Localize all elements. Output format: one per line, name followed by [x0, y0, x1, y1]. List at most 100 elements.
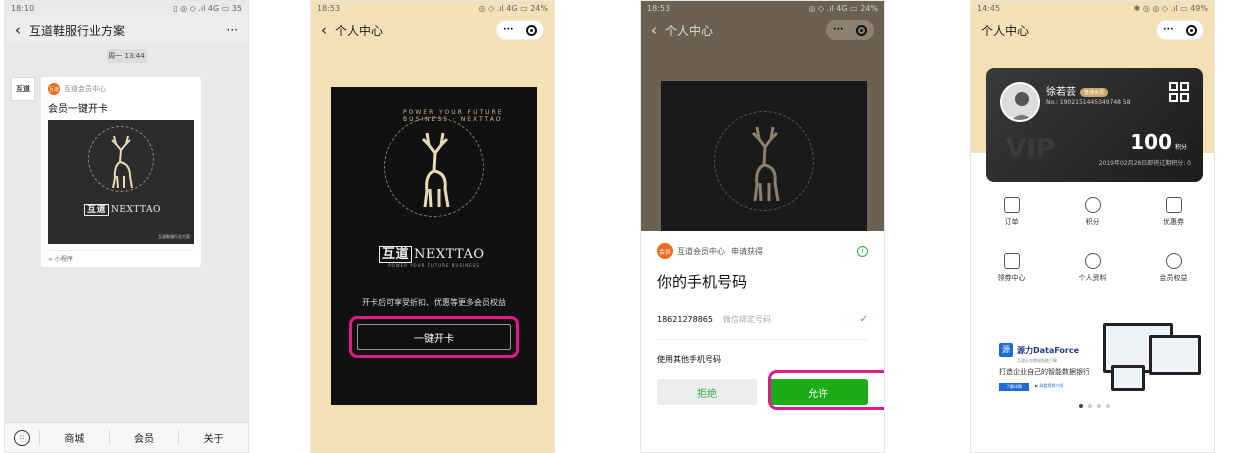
keyboard-icon: :: — [14, 429, 30, 446]
source-badge-icon: 互道 — [48, 83, 60, 95]
member-name: 徐若芸 — [1046, 87, 1076, 98]
menu-member[interactable]: 会员 — [108, 430, 179, 445]
card-footer-label: 小程序 — [54, 256, 73, 263]
card-watermark: VIP — [1006, 134, 1055, 164]
status-time: 18:53 — [647, 3, 671, 13]
status-icons: ✱ ◎ ◎ ◇ .ıl ▭ 49% — [1133, 3, 1208, 13]
grid-item-coupons[interactable]: 优惠券 — [1133, 197, 1214, 227]
page-dot[interactable] — [1079, 404, 1083, 408]
page-navbar: ‹ 个人中心 ··· — [641, 15, 884, 45]
mini-program-icon: ∞ — [48, 256, 55, 263]
brand-slogan: POWER YOUR FUTURE BUSINESS — [388, 263, 480, 268]
page-dot[interactable] — [1097, 404, 1101, 408]
avatar[interactable] — [1000, 82, 1040, 122]
grid-item-points[interactable]: 积分 — [1052, 197, 1133, 227]
back-icon[interactable]: ‹ — [651, 21, 657, 39]
grid-item-coupon-center[interactable]: 领券中心 — [971, 253, 1052, 283]
monitor-illustration — [1111, 365, 1145, 391]
message-timestamp: 周一 13:44 — [106, 49, 147, 63]
menu-shop[interactable]: 商城 — [39, 430, 109, 445]
order-icon — [1003, 197, 1020, 213]
phone-open-card: 18:53 ◎ ◇ .ıl 4G ▭ 24% ‹ 个人中心 ··· POWER … — [310, 0, 555, 453]
app-name: 互道会员中心 — [677, 246, 725, 256]
banner-pagination — [1079, 404, 1110, 408]
qr-code-icon[interactable] — [1169, 82, 1189, 102]
close-circle-icon[interactable] — [855, 24, 867, 36]
keyboard-toggle[interactable]: :: — [5, 429, 39, 446]
points-expire-note: 2019年02月28日即将过期积分: 0 — [1098, 160, 1191, 167]
chat-navbar: ‹ 互道鞋服行业方案 ··· — [5, 15, 248, 45]
more-icon[interactable]: ··· — [227, 23, 238, 37]
capsule-menu[interactable]: ··· — [496, 20, 544, 40]
benefit-hint: 开卡后可享受折扣、优惠等更多会员权益 — [362, 298, 506, 307]
status-time: 14:45 — [977, 3, 1001, 13]
more-icon[interactable]: ··· — [1163, 25, 1173, 35]
banner-video-link[interactable]: ▶ 观看视频介绍 — [1035, 383, 1063, 389]
points-icon — [1084, 197, 1101, 213]
banner-tagline: 打造企业自己的智能数据银行 — [999, 368, 1090, 376]
sheet-header: 会员 互道会员中心 申请获得 i — [657, 243, 868, 259]
more-icon[interactable]: ··· — [833, 25, 843, 35]
close-circle-icon[interactable] — [1185, 24, 1197, 36]
back-icon[interactable]: ‹ — [15, 21, 21, 39]
status-icons: ◎ ◇ .ıl 4G ▭ 24% — [808, 3, 878, 13]
monitor-illustration — [1149, 335, 1201, 375]
brand-logo: 互道 NEXTTAO — [379, 243, 485, 263]
page-title: 个人中心 — [981, 23, 1030, 38]
close-circle-icon[interactable] — [525, 24, 537, 36]
app-badge-icon: 会员 — [657, 243, 673, 259]
card-title: 会员一键开卡 — [48, 104, 108, 115]
status-time: 18:53 — [317, 3, 341, 13]
feature-grid: 订单 积分 优惠券 领券中心 个人资料 会员权益 — [971, 197, 1214, 283]
page-dot[interactable] — [1088, 404, 1092, 408]
banner-product-name: 源力DataForce — [1017, 345, 1080, 355]
menu-about[interactable]: 关于 — [178, 430, 248, 445]
promo-banner[interactable]: 源 源力DataForce 互道企业数据智能引擎 打造企业自己的智能数据银行 了… — [991, 317, 1206, 409]
phone-permission: 18:53 ◎ ◇ .ıl 4G ▭ 24% ‹ 个人中心 ··· 会员 互道会… — [640, 0, 885, 453]
phone-option[interactable]: 18621278865 微信绑定号码 ✓ — [657, 306, 868, 340]
deer-logo-icon — [421, 132, 450, 208]
use-other-number-link[interactable]: 使用其他手机号码 — [657, 354, 868, 365]
check-icon: ✓ — [859, 314, 868, 325]
grid-item-orders[interactable]: 订单 — [971, 197, 1052, 227]
dataforce-logo-icon: 源 — [999, 343, 1013, 357]
page-title: 个人中心 — [665, 23, 714, 38]
grid-item-benefits[interactable]: 会员权益 — [1133, 253, 1214, 283]
permission-sheet: 会员 互道会员中心 申请获得 i 你的手机号码 18621278865 微信绑定… — [641, 231, 884, 452]
points-unit: 积分 — [1174, 144, 1187, 151]
sheet-title: 你的手机号码 — [657, 273, 748, 291]
phone-number: 18621278865 — [657, 315, 713, 324]
grid-label: 领券中心 — [997, 274, 1026, 282]
ring-text: POWER YOUR FUTURE BUSINESS · NEXTTAO — [403, 109, 504, 123]
deny-button[interactable]: 拒绝 — [657, 379, 757, 405]
banner-learn-more-button[interactable]: 了解详情 — [999, 383, 1029, 391]
mini-program-card[interactable]: 互道 互道会员中心 会员一键开卡 互道 NEXTTAO 互道鞋服行业方案 ∞ 小程… — [41, 77, 201, 267]
grid-label: 优惠券 — [1163, 218, 1184, 226]
brand-poster: POWER YOUR FUTURE BUSINESS · NEXTTAO 互道 N… — [331, 87, 537, 405]
sender-avatar[interactable]: 互道 — [11, 77, 35, 101]
capsule-menu[interactable]: ··· — [1156, 20, 1204, 40]
status-bar: 18:10 ▯ ◎ ◇ .ıl 4G ▭ 35 — [5, 1, 248, 15]
points-display: 100 积分 — [1130, 130, 1187, 154]
status-icons: ▯ ◎ ◇ .ıl 4G ▭ 35 — [173, 3, 242, 13]
profile-icon — [1084, 253, 1101, 269]
grid-item-profile[interactable]: 个人资料 — [1052, 253, 1133, 283]
page-dot[interactable] — [1106, 404, 1110, 408]
capsule-menu[interactable]: ··· — [826, 20, 874, 40]
card-image-caption: 互道鞋服行业方案 — [158, 234, 190, 239]
deer-logo-icon — [751, 126, 780, 202]
grid-label: 个人资料 — [1078, 274, 1107, 282]
gift-icon — [1003, 253, 1020, 269]
more-icon[interactable]: ··· — [503, 25, 513, 35]
benefits-icon — [1165, 253, 1182, 269]
back-icon[interactable]: ‹ — [321, 21, 327, 39]
member-card[interactable]: VIP 徐若芸 普通会员 No.: 1902151445349748 58 100… — [986, 68, 1203, 182]
card-source: 互道 互道会员中心 — [48, 83, 194, 95]
card-image: 互道 NEXTTAO 互道鞋服行业方案 — [48, 120, 194, 244]
chat-menu-bar: :: 商城 会员 关于 — [5, 422, 248, 452]
banner-subtitle: 互道企业数据智能引擎 — [1017, 358, 1057, 363]
page-title: 个人中心 — [335, 23, 384, 38]
info-icon[interactable]: i — [857, 245, 868, 257]
banner-logo: 源 源力DataForce — [999, 343, 1079, 357]
status-bar: 18:53 ◎ ◇ .ıl 4G ▭ 24% — [311, 1, 554, 15]
